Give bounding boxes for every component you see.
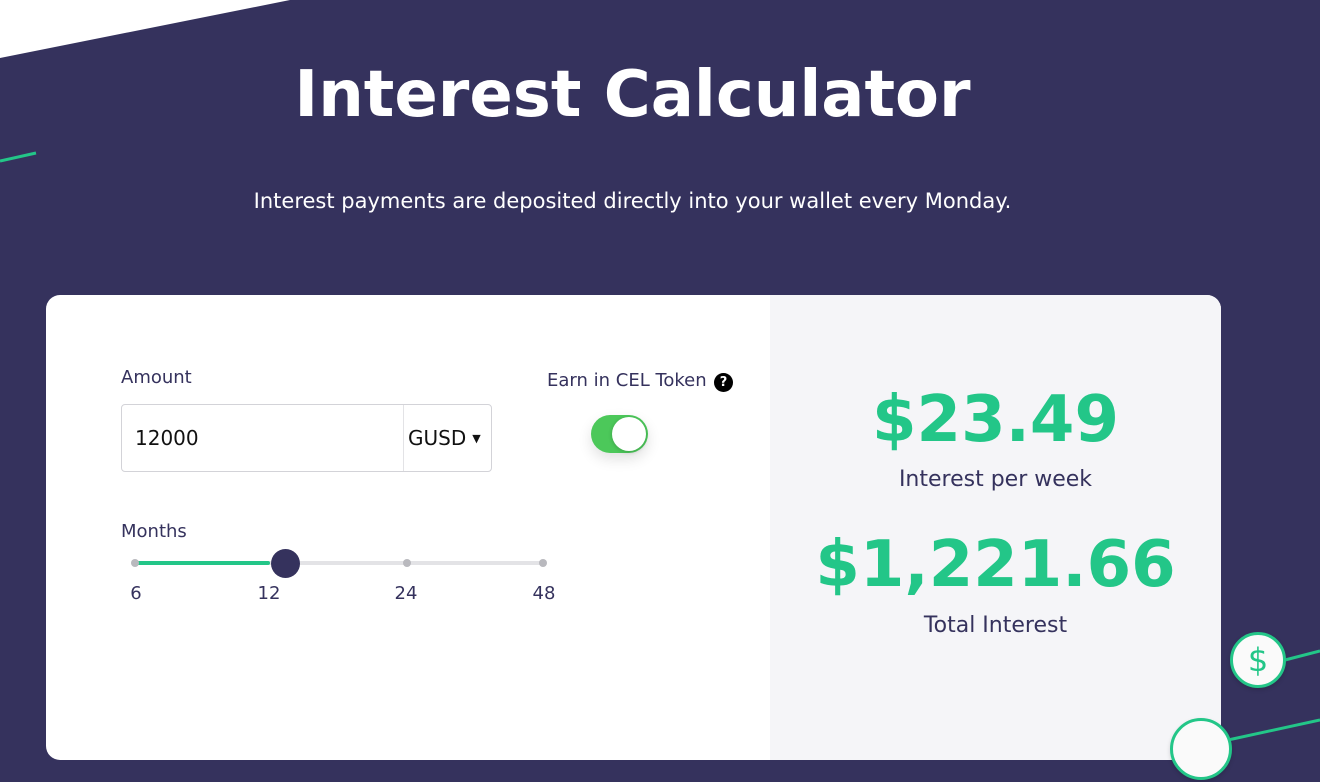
page-title: Interest Calculator [294,58,971,132]
month-option-label: 48 [532,583,556,604]
months-slider-thumb[interactable] [271,549,300,578]
page-subtitle: Interest payments are deposited directly… [253,189,1012,213]
amount-label: Amount [121,367,192,388]
dollar-coin-icon: $ [1230,632,1286,688]
months-label: Months [121,521,187,542]
slider-tick-48[interactable] [539,559,547,567]
month-option-label: 6 [130,583,142,604]
amount-input[interactable] [122,405,402,471]
calculator-card: Amount GUSD ▼ Earn in CEL Token ? Months… [46,295,1221,760]
total-interest-value: $1,221.66 [815,528,1176,602]
amount-field: GUSD ▼ [121,404,492,472]
currency-value: GUSD [408,426,467,450]
total-interest-label: Total Interest [923,613,1068,638]
slider-tick-24[interactable] [403,559,411,567]
months-slider-track[interactable] [131,559,547,567]
toggle-knob [612,417,646,451]
cel-token-toggle[interactable] [591,415,648,453]
weekly-interest-label: Interest per week [898,467,1093,492]
coin-icon [1170,718,1232,780]
month-option-label: 12 [257,583,281,604]
slider-tick-6[interactable] [131,559,139,567]
chevron-down-icon: ▼ [472,431,481,445]
months-slider-fill [135,561,270,565]
help-icon[interactable]: ? [714,373,733,392]
cel-token-label: Earn in CEL Token [547,370,707,391]
month-option-label: 24 [394,583,418,604]
weekly-interest-value: $23.49 [872,383,1119,457]
currency-select[interactable]: GUSD ▼ [403,405,491,471]
